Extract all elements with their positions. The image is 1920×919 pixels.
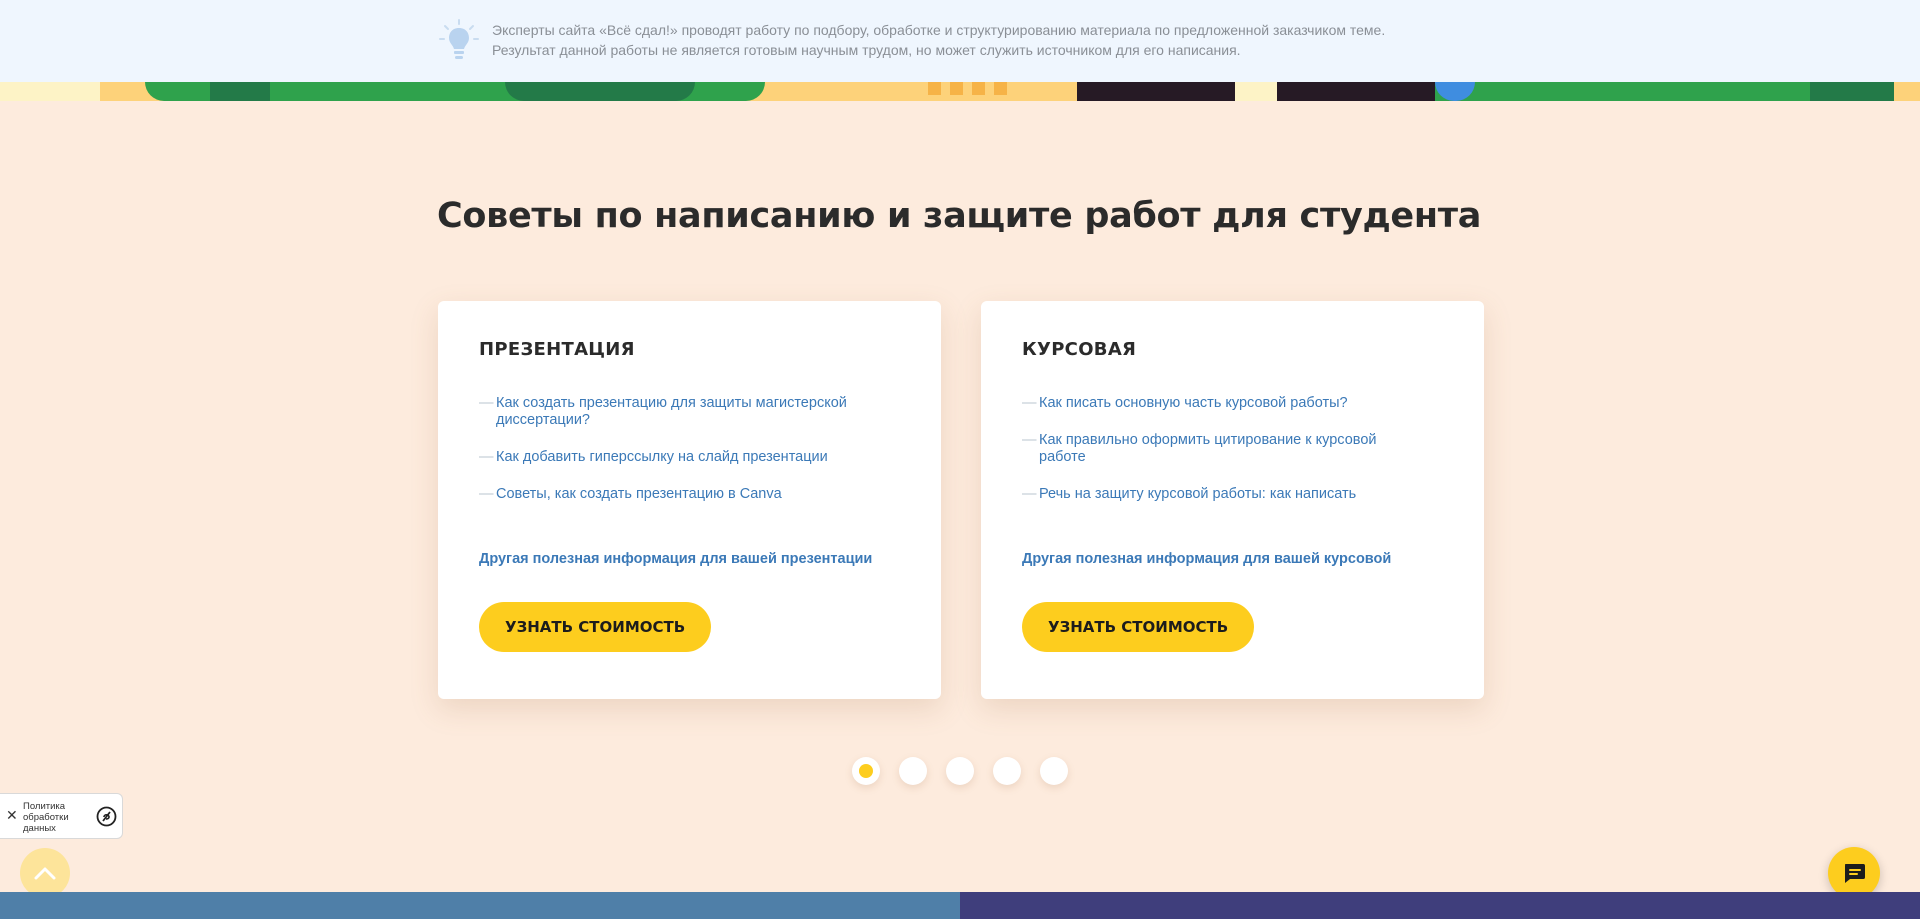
chat-bubble-icon: [1845, 864, 1865, 883]
more-info-link[interactable]: Другая полезная информация для вашей пре…: [479, 551, 872, 567]
article-link[interactable]: Как писать основную часть курсовой работ…: [1039, 395, 1348, 412]
article-link[interactable]: Как правильно оформить цитирование к кур…: [1039, 432, 1422, 466]
article-link[interactable]: Как добавить гиперссылку на слайд презен…: [496, 449, 828, 466]
pagination-dot-4[interactable]: [993, 757, 1021, 785]
list-item: — Как добавить гиперссылку на слайд презе…: [479, 449, 879, 466]
dash-bullet: —: [1022, 432, 1037, 448]
article-link[interactable]: Речь на защиту курсовой работы: как напи…: [1039, 486, 1356, 503]
footer-band-right: [960, 892, 1920, 919]
dash-bullet: —: [479, 486, 494, 502]
card-link-list: — Как писать основную часть курсовой рабо…: [1022, 395, 1422, 523]
article-link[interactable]: Как создать презентацию для защиты магис…: [496, 395, 879, 429]
privacy-policy-widget: ✕ Политика обработки данных: [0, 793, 123, 839]
carousel-pagination: [852, 757, 1068, 785]
pagination-dot-2[interactable]: [899, 757, 927, 785]
pagination-dot-3[interactable]: [946, 757, 974, 785]
section-heading: Советы по написанию и защите работ для с…: [437, 196, 1482, 236]
pagination-dot-5[interactable]: [1040, 757, 1068, 785]
disclaimer-line-1: Эксперты сайта «Всё сдал!» проводят рабо…: [492, 22, 1386, 38]
footer-band-left: [0, 892, 960, 919]
card-link-list: — Как создать презентацию для защиты маги…: [479, 395, 879, 523]
close-icon[interactable]: ✕: [6, 807, 18, 824]
get-price-button[interactable]: УЗНАТЬ СТОИМОСТЬ: [1022, 602, 1255, 652]
lightbulb-icon: [439, 19, 479, 59]
get-price-button[interactable]: УЗНАТЬ СТОИМОСТЬ: [479, 602, 712, 652]
pagination-dot-1[interactable]: [852, 757, 880, 785]
list-item: — Как правильно оформить цитирование к ку…: [1022, 432, 1422, 466]
scroll-to-top-button[interactable]: [20, 848, 70, 898]
list-item: — Как создать презентацию для защиты маги…: [479, 395, 879, 429]
more-info-link[interactable]: Другая полезная информация для вашей кур…: [1022, 551, 1391, 567]
dash-bullet: —: [479, 449, 494, 465]
dash-bullet: —: [479, 395, 494, 411]
dash-bullet: —: [1022, 395, 1037, 411]
list-item: — Речь на защиту курсовой работы: как нап…: [1022, 486, 1422, 503]
chevron-up-icon: [34, 867, 56, 880]
card-title: КУРСОВАЯ: [1022, 339, 1137, 360]
list-item: — Советы, как создать презентацию в Canva: [479, 486, 879, 503]
disclaimer-line-2: Результат данной работы не является гото…: [492, 42, 1241, 58]
article-link[interactable]: Советы, как создать презентацию в Canva: [496, 486, 782, 503]
card-coursework: КУРСОВАЯ — Как писать основную часть курс…: [981, 301, 1484, 699]
card-presentation: ПРЕЗЕНТАЦИЯ — Как создать презентацию для…: [438, 301, 941, 699]
list-item: — Как писать основную часть курсовой рабо…: [1022, 395, 1422, 412]
card-title: ПРЕЗЕНТАЦИЯ: [479, 339, 635, 360]
privacy-icon[interactable]: [96, 806, 117, 827]
dash-bullet: —: [1022, 486, 1037, 502]
decorative-strip: [0, 82, 1920, 101]
disclaimer-banner: Эксперты сайта «Всё сдал!» проводят рабо…: [0, 0, 1920, 82]
privacy-policy-link[interactable]: Политика обработки данных: [23, 801, 83, 834]
